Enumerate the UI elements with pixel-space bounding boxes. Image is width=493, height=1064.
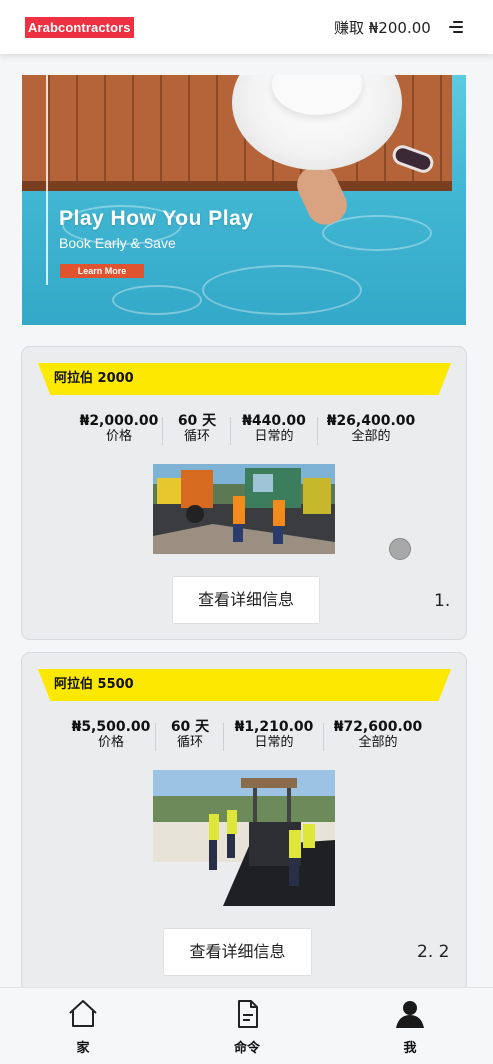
stat-daily: ₦1,210.00 日常的 <box>234 719 314 750</box>
document-icon <box>238 1000 258 1028</box>
view-details-button[interactable]: 查看详细信息 <box>163 928 312 976</box>
home-icon <box>69 1000 97 1027</box>
bottom-navigation: 家 命令 我 <box>0 987 493 1064</box>
product-index: 1. <box>434 591 451 611</box>
learn-more-button[interactable]: Learn More <box>60 264 144 278</box>
nav-orders[interactable]: 命令 <box>197 988 297 1064</box>
stat-price: ₦5,500.00 价格 <box>71 719 151 750</box>
menu-icon[interactable] <box>449 20 463 34</box>
product-stats: ₦2,000.00 价格 60 天 循环 ₦440.00 日常的 ₦26,400… <box>22 413 468 447</box>
product-card: 阿拉伯 2000 ₦2,000.00 价格 60 天 循环 ₦440.00 日常… <box>21 346 467 640</box>
promo-banner[interactable]: Play How You Play Book Early & Save Lear… <box>22 75 466 325</box>
nav-me[interactable]: 我 <box>360 988 460 1064</box>
earn-balance: 赚取 ₦200.00 <box>334 19 431 37</box>
road-paving-photo <box>153 770 335 906</box>
road-paving-photo <box>153 464 335 554</box>
product-name: 阿拉伯 2000 <box>54 371 134 386</box>
stat-total: ₦26,400.00 全部的 <box>326 413 416 444</box>
nav-me-label: 我 <box>403 1041 417 1056</box>
stat-cycle: 60 天 循环 <box>177 413 217 444</box>
product-stats: ₦5,500.00 价格 60 天 循环 ₦1,210.00 日常的 ₦72,6… <box>22 719 468 753</box>
product-name: 阿拉伯 5500 <box>54 677 134 692</box>
stat-price: ₦2,000.00 价格 <box>79 413 159 444</box>
product-index: 2. 2 <box>417 942 450 962</box>
brand-logo[interactable]: Arabcontractors <box>25 17 134 38</box>
stat-daily: ₦440.00 日常的 <box>242 413 306 444</box>
product-title-ribbon: 阿拉伯 5500 <box>38 669 451 701</box>
nav-home[interactable]: 家 <box>33 988 133 1064</box>
nav-orders-label: 命令 <box>233 1041 260 1056</box>
banner-title: Play How You Play <box>59 207 254 230</box>
top-header: Arabcontractors 赚取 ₦200.00 <box>0 0 493 54</box>
banner-subtitle: Book Early & Save <box>59 235 176 251</box>
product-card: 阿拉伯 5500 ₦5,500.00 价格 60 天 循环 ₦1,210.00 … <box>21 652 467 992</box>
view-details-button[interactable]: 查看详细信息 <box>172 576 320 624</box>
stat-cycle: 60 天 循环 <box>170 719 210 750</box>
user-icon <box>396 1001 424 1028</box>
floating-service-button[interactable] <box>389 538 411 560</box>
nav-home-label: 家 <box>76 1041 90 1056</box>
product-title-ribbon: 阿拉伯 2000 <box>38 363 451 395</box>
stat-total: ₦72,600.00 全部的 <box>333 719 423 750</box>
